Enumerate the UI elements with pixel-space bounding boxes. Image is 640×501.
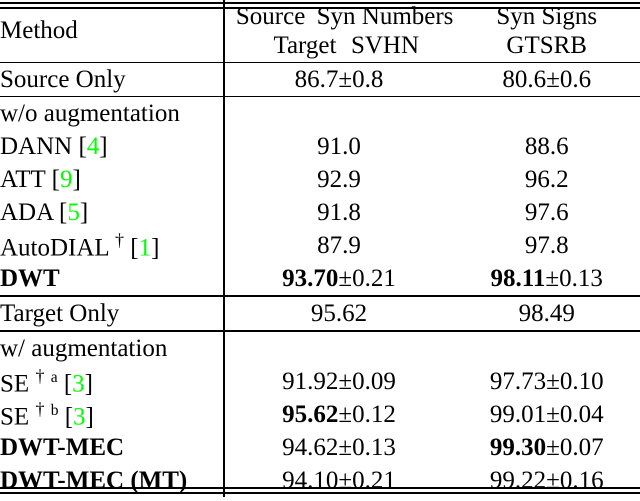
table-row-section-aug: w/ augmentation bbox=[0, 332, 640, 365]
header-col2-source: Syn Signs bbox=[496, 2, 598, 30]
cell-gtsrb: 99.30±0.07 bbox=[489, 434, 604, 461]
header-target-label: Target bbox=[273, 31, 337, 59]
header-syn-numbers: Source Syn Numbers bbox=[225, 2, 454, 31]
cell-svhn: 91.92±0.09 bbox=[282, 368, 396, 395]
row-label-att: ATT [9] bbox=[0, 163, 225, 196]
table-row: DWT 93.70±0.21 98.11±0.13 bbox=[0, 262, 640, 296]
cell-svhn: 95.62±0.12 bbox=[282, 401, 396, 428]
header-source-label: Source bbox=[235, 2, 306, 30]
cell-source-only-gtsrb: 80.6±0.6 bbox=[502, 65, 592, 93]
cell-gtsrb: 97.6 bbox=[524, 199, 569, 226]
row-label-dwt: DWT bbox=[0, 262, 225, 296]
cell-gtsrb: 99.01±0.04 bbox=[489, 401, 604, 428]
cell-svhn: 94.62±0.13 bbox=[282, 434, 396, 461]
cell-svhn: 92.9 bbox=[317, 166, 361, 193]
cell-gtsrb: 97.8 bbox=[524, 232, 569, 259]
results-table-figure: Method Source Syn Numbers Target SVHN Syn Sig… bbox=[0, 0, 640, 501]
cell-empty bbox=[453, 97, 640, 130]
header-col-syn-signs: Syn Signs GTSRB bbox=[453, 0, 640, 62]
cell-gtsrb: 98.11±0.13 bbox=[490, 265, 603, 292]
table-row: DWT-MEC 94.62±0.13 99.30±0.07 bbox=[0, 431, 640, 464]
table-row: ADA [5] 91.8 97.6 bbox=[0, 196, 640, 229]
row-label-dann: DANN [4] bbox=[0, 130, 225, 163]
row-label-autodial: AutoDIAL † [1] bbox=[0, 229, 225, 262]
section-label-with-augmentation: w/ augmentation bbox=[0, 332, 225, 365]
table-row-section-no-aug: w/o augmentation bbox=[0, 97, 640, 130]
cell-gtsrb: 96.2 bbox=[524, 166, 569, 193]
section-label-no-augmentation: w/o augmentation bbox=[0, 97, 225, 130]
cell-source-only-svhn: 86.7±0.8 bbox=[294, 65, 384, 93]
table-row-target-only: Target Only 95.62 98.49 bbox=[0, 297, 640, 331]
header-col1-target: SVHN bbox=[350, 31, 420, 59]
table-row: AutoDIAL † [1] 87.9 97.8 bbox=[0, 229, 640, 262]
row-label-se-b: SE † b [3] bbox=[0, 398, 225, 431]
row-label-dwt-mec: DWT-MEC bbox=[0, 431, 225, 464]
table-row: DANN [4] 91.0 88.6 bbox=[0, 130, 640, 163]
cell-gtsrb: 88.6 bbox=[524, 133, 569, 160]
header-col-syn-numbers: Source Syn Numbers Target SVHN bbox=[224, 0, 454, 62]
row-label-target-only: Target Only bbox=[0, 297, 225, 331]
cell-target-only-svhn: 95.62 bbox=[310, 300, 368, 327]
header-method: Method bbox=[0, 0, 225, 62]
cell-svhn: 93.70±0.21 bbox=[282, 265, 396, 292]
cell-svhn: 91.8 bbox=[317, 199, 361, 226]
cell-empty bbox=[224, 332, 454, 365]
cell-target-only-gtsrb: 98.49 bbox=[518, 300, 575, 327]
table-row: DWT-MEC (MT) 94.10±0.21 99.22±0.16 bbox=[0, 464, 640, 497]
table-header-row: Method Source Syn Numbers Target SVHN Syn Sig… bbox=[0, 0, 640, 62]
cell-svhn: 87.9 bbox=[317, 232, 361, 259]
row-label-dwt-mec-mt-: DWT-MEC (MT) bbox=[0, 464, 225, 497]
header-method-label: Method bbox=[0, 17, 78, 45]
table-row: ATT [9] 92.9 96.2 bbox=[0, 163, 640, 196]
results-table-body: Method Source Syn Numbers Target SVHN Syn Sig… bbox=[0, 0, 640, 497]
cell-gtsrb: 99.22±0.16 bbox=[489, 467, 604, 494]
header-col1-source: Syn Numbers bbox=[316, 2, 454, 30]
row-label-se-a: SE † a [3] bbox=[0, 365, 225, 398]
table-row: SE † a [3] 91.92±0.09 97.73±0.10 bbox=[0, 365, 640, 398]
row-label-ada: ADA [5] bbox=[0, 196, 225, 229]
row-label-source-only: Source Only bbox=[0, 62, 225, 97]
header-svhn: Target SVHN bbox=[225, 31, 454, 60]
cell-empty bbox=[453, 332, 640, 365]
cell-empty bbox=[224, 97, 454, 130]
table-row-source-only: Source Only 86.7±0.8 80.6±0.6 bbox=[0, 62, 640, 97]
cell-svhn: 94.10±0.21 bbox=[282, 467, 396, 494]
cell-gtsrb: 97.73±0.10 bbox=[489, 368, 604, 395]
header-col2-target: GTSRB bbox=[506, 31, 587, 59]
table-row: SE † b [3] 95.62±0.12 99.01±0.04 bbox=[0, 398, 640, 431]
cell-svhn: 91.0 bbox=[317, 133, 361, 160]
results-table: Method Source Syn Numbers Target SVHN Syn Sig… bbox=[0, 0, 640, 497]
